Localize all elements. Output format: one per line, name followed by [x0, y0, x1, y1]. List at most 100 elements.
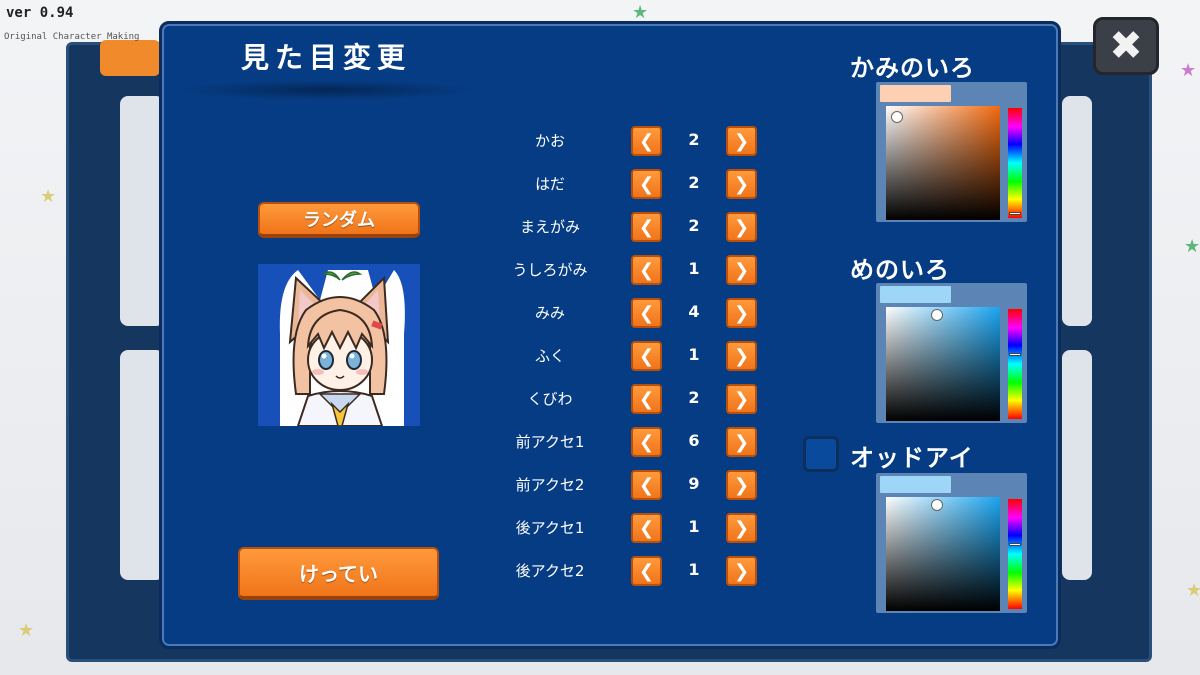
prev-part-button[interactable]: ❮ — [631, 470, 662, 500]
part-label: くびわ — [527, 390, 573, 408]
hair-hue-slider[interactable] — [1008, 108, 1022, 218]
chevron-right-icon: ❯ — [733, 560, 750, 582]
odd-eye-color-swatch — [880, 476, 951, 493]
next-part-button[interactable]: ❯ — [726, 298, 757, 328]
chevron-left-icon: ❮ — [638, 259, 655, 281]
part-row: くびわ ❮ 2 ❯ — [490, 382, 770, 416]
star-decoration-icon: ★ — [40, 186, 57, 207]
eye-color-swatch — [880, 286, 951, 303]
odd-eye-hue-slider[interactable] — [1008, 499, 1022, 609]
part-label: 後アクセ2 — [515, 562, 585, 580]
app-subtitle: Original Character Making — [4, 32, 140, 42]
next-part-button[interactable]: ❯ — [726, 470, 757, 500]
part-row: かお ❮ 2 ❯ — [490, 124, 770, 158]
prev-part-button[interactable]: ❮ — [631, 556, 662, 586]
prev-part-button[interactable]: ❮ — [631, 126, 662, 156]
confirm-button[interactable]: けってい — [238, 547, 439, 600]
part-row: 前アクセ1 ❮ 6 ❯ — [490, 425, 770, 459]
part-row: まえがみ ❮ 2 ❯ — [490, 210, 770, 244]
part-value: 9 — [688, 474, 700, 493]
chevron-right-icon: ❯ — [733, 130, 750, 152]
chevron-left-icon: ❮ — [638, 474, 655, 496]
part-row: 前アクセ2 ❮ 9 ❯ — [490, 468, 770, 502]
character-portrait-image — [258, 264, 420, 426]
prev-part-button[interactable]: ❮ — [631, 298, 662, 328]
character-portrait — [258, 264, 420, 426]
prev-part-button[interactable]: ❮ — [631, 169, 662, 199]
eye-color-title: めのいろ — [850, 256, 950, 284]
chevron-right-icon: ❯ — [733, 431, 750, 453]
eye-hue-marker[interactable] — [1009, 353, 1021, 357]
chevron-right-icon: ❯ — [733, 474, 750, 496]
part-row: はだ ❮ 2 ❯ — [490, 167, 770, 201]
next-part-button[interactable]: ❯ — [726, 341, 757, 371]
star-decoration-icon: ★ — [1184, 236, 1200, 257]
dialog-title: 見た目変更 — [241, 41, 412, 74]
next-part-button[interactable]: ❯ — [726, 169, 757, 199]
background-tab — [100, 40, 160, 76]
prev-part-button[interactable]: ❮ — [631, 427, 662, 457]
next-part-button[interactable]: ❯ — [726, 126, 757, 156]
hair-saturation-brightness-area[interactable] — [886, 106, 1000, 220]
hair-color-picker — [876, 82, 1027, 222]
part-label: 前アクセ2 — [515, 476, 585, 494]
next-part-button[interactable]: ❯ — [726, 513, 757, 543]
close-button[interactable]: ✖ — [1093, 17, 1159, 75]
part-value: 2 — [688, 388, 700, 407]
eye-hue-slider[interactable] — [1008, 309, 1022, 419]
chevron-left-icon: ❮ — [638, 173, 655, 195]
chevron-right-icon: ❯ — [733, 345, 750, 367]
part-label: 前アクセ1 — [515, 433, 585, 451]
random-button[interactable]: ランダム — [258, 202, 420, 238]
part-label: ふく — [534, 347, 565, 365]
prev-part-button[interactable]: ❮ — [631, 255, 662, 285]
chevron-left-icon: ❮ — [638, 345, 655, 367]
part-value: 6 — [688, 431, 700, 450]
chevron-left-icon: ❮ — [638, 560, 655, 582]
part-value: 4 — [688, 302, 700, 321]
background-card — [1062, 96, 1092, 326]
chevron-left-icon: ❮ — [638, 216, 655, 238]
odd-eye-checkbox[interactable] — [803, 436, 839, 472]
chevron-left-icon: ❮ — [638, 517, 655, 539]
part-value: 1 — [688, 345, 700, 364]
part-value: 2 — [688, 130, 700, 149]
background-card — [1062, 350, 1092, 580]
part-row: うしろがみ ❮ 1 ❯ — [490, 253, 770, 287]
eye-saturation-brightness-area[interactable] — [886, 307, 1000, 421]
star-decoration-icon: ★ — [632, 2, 649, 23]
chevron-right-icon: ❯ — [733, 259, 750, 281]
part-value: 1 — [688, 560, 700, 579]
odd-eye-color-picker — [876, 473, 1027, 613]
part-row: 後アクセ2 ❮ 1 ❯ — [490, 554, 770, 588]
odd-eye-saturation-brightness-area[interactable] — [886, 497, 1000, 611]
part-value: 2 — [688, 216, 700, 235]
odd-eye-hue-marker[interactable] — [1009, 543, 1021, 547]
prev-part-button[interactable]: ❮ — [631, 212, 662, 242]
close-x-icon: ✖ — [1109, 23, 1143, 69]
hair-color-swatch — [880, 85, 951, 102]
prev-part-button[interactable]: ❮ — [631, 513, 662, 543]
part-value: 1 — [688, 259, 700, 278]
part-label: うしろがみ — [512, 261, 588, 279]
part-label: はだ — [535, 175, 565, 193]
chevron-left-icon: ❮ — [638, 302, 655, 324]
prev-part-button[interactable]: ❮ — [631, 341, 662, 371]
prev-part-button[interactable]: ❮ — [631, 384, 662, 414]
next-part-button[interactable]: ❯ — [726, 427, 757, 457]
chevron-right-icon: ❯ — [733, 517, 750, 539]
odd-eye-title: オッドアイ — [850, 444, 974, 472]
next-part-button[interactable]: ❯ — [726, 384, 757, 414]
next-part-button[interactable]: ❯ — [726, 556, 757, 586]
part-label: 後アクセ1 — [515, 519, 585, 537]
part-row: 後アクセ1 ❮ 1 ❯ — [490, 511, 770, 545]
hair-hue-marker[interactable] — [1009, 211, 1021, 215]
part-label: かお — [534, 132, 565, 150]
star-decoration-icon: ★ — [1186, 580, 1200, 601]
next-part-button[interactable]: ❯ — [726, 255, 757, 285]
hair-color-title: かみのいろ — [850, 54, 975, 82]
part-value: 2 — [688, 173, 700, 192]
next-part-button[interactable]: ❯ — [726, 212, 757, 242]
chevron-left-icon: ❮ — [638, 388, 655, 410]
chevron-right-icon: ❯ — [733, 216, 750, 238]
